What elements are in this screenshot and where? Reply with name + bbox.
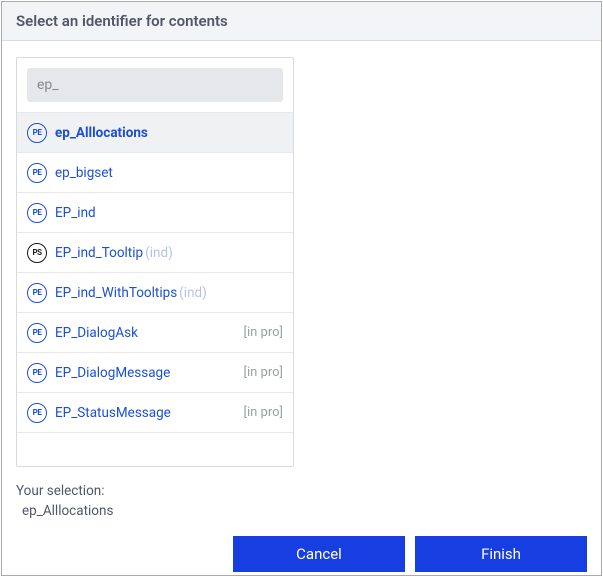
dialog-footer: Cancel Finish xyxy=(2,522,601,586)
item-badge: [in pro] xyxy=(244,405,283,420)
pe-icon: PE xyxy=(27,323,47,343)
list-item[interactable]: PE ep_Alllocations xyxy=(17,112,293,152)
pe-icon: PE xyxy=(27,123,47,143)
icon-text: PE xyxy=(33,168,42,177)
finish-button[interactable]: Finish xyxy=(415,536,587,572)
item-label: ep_bigset xyxy=(55,165,113,181)
selection-label: Your selection: xyxy=(16,481,587,501)
item-suffix: (ind) xyxy=(179,285,207,301)
item-badge: [in pro] xyxy=(244,365,283,380)
list-item[interactable]: PE ep_bigset xyxy=(17,152,293,192)
selection-value: ep_Alllocations xyxy=(22,501,587,521)
selection-block: Your selection: ep_Alllocations xyxy=(16,481,587,522)
list-item[interactable]: PE EP_DialogAsk [in pro] xyxy=(17,312,293,352)
list-item[interactable]: PS EP_ind_Tooltip(ind) xyxy=(17,232,293,272)
item-label: EP_DialogAsk xyxy=(55,325,138,341)
pe-icon: PE xyxy=(27,163,47,183)
list-filler xyxy=(17,432,293,466)
list-item[interactable]: PE EP_StatusMessage [in pro] xyxy=(17,392,293,432)
cancel-button[interactable]: Cancel xyxy=(233,536,405,572)
identifier-panel: PE ep_Alllocations PE ep_bigset PE EP_ind PS EP… xyxy=(16,57,294,467)
icon-text: PE xyxy=(33,328,42,337)
list-item[interactable]: PE EP_ind xyxy=(17,192,293,232)
pe-icon: PE xyxy=(27,203,47,223)
icon-text: PE xyxy=(33,288,42,297)
item-badge: [in pro] xyxy=(244,325,283,340)
dialog: Select an identifier for contents PE ep_A… xyxy=(1,1,602,576)
dialog-body: PE ep_Alllocations PE ep_bigset PE EP_ind PS EP… xyxy=(2,41,601,522)
icon-text: PE xyxy=(33,368,42,377)
pe-icon: PE xyxy=(27,363,47,383)
item-label: EP_ind_WithTooltips xyxy=(55,285,177,301)
item-label: ep_Alllocations xyxy=(55,125,148,141)
icon-text: PS xyxy=(32,248,41,257)
identifier-list: PE ep_Alllocations PE ep_bigset PE EP_ind PS EP… xyxy=(17,112,293,432)
search-input[interactable] xyxy=(27,68,283,102)
item-label: EP_StatusMessage xyxy=(55,405,171,421)
item-label: EP_ind_Tooltip xyxy=(55,245,143,261)
item-suffix: (ind) xyxy=(145,245,173,261)
dialog-title: Select an identifier for contents xyxy=(2,2,601,41)
pe-icon: PE xyxy=(27,403,47,423)
list-item[interactable]: PE EP_DialogMessage [in pro] xyxy=(17,352,293,392)
ps-icon: PS xyxy=(27,243,47,263)
list-item[interactable]: PE EP_ind_WithTooltips(ind) xyxy=(17,272,293,312)
item-label: EP_ind xyxy=(55,205,96,221)
icon-text: PE xyxy=(33,208,42,217)
search-wrap xyxy=(17,58,293,112)
icon-text: PE xyxy=(33,408,42,417)
item-label: EP_DialogMessage xyxy=(55,365,170,381)
pe-icon: PE xyxy=(27,283,47,303)
icon-text: PE xyxy=(33,128,42,137)
